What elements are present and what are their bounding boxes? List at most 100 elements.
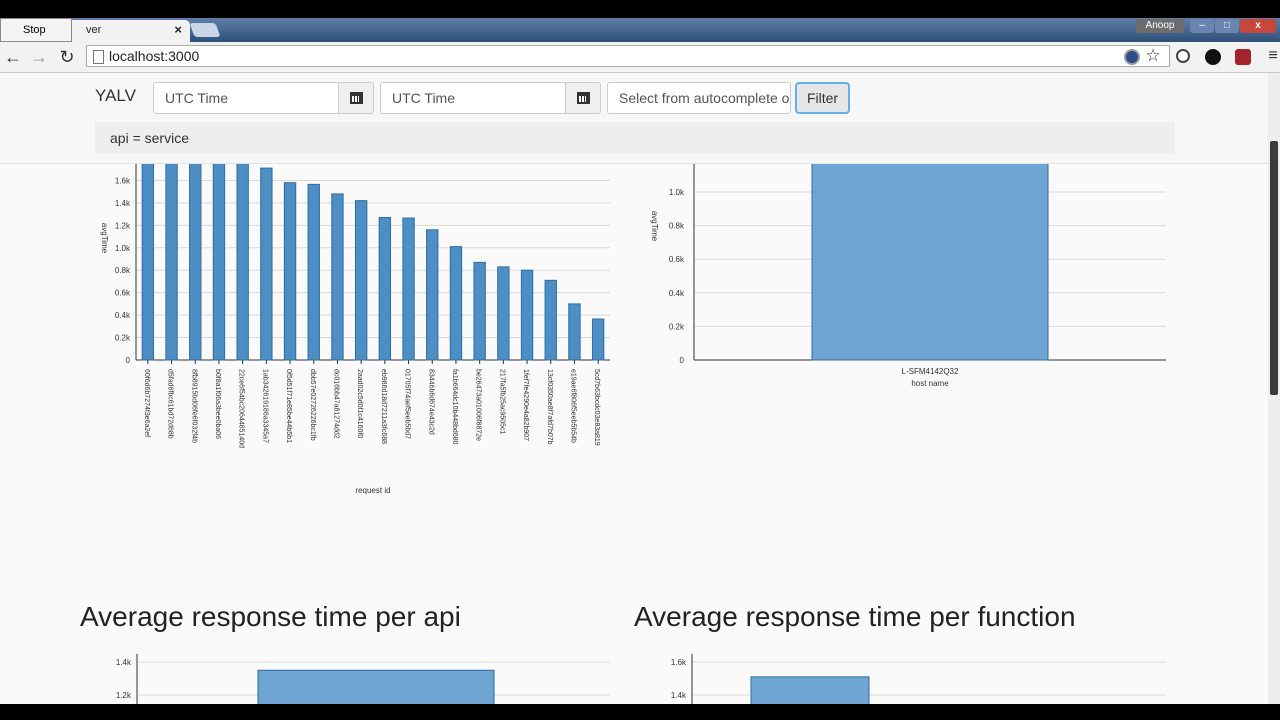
bar	[236, 164, 249, 361]
api-chart: 1.2k 1.4k	[116, 654, 610, 704]
x-tick-label: L-SFM4142Q32	[902, 367, 959, 376]
browser-toolbar: ← → ↻ localhost:3000 ☆ ≡	[0, 42, 1280, 73]
bar	[331, 193, 344, 361]
bar	[212, 164, 226, 361]
x-tick-label: 5cd7b63bcdc03e83a819	[593, 369, 600, 446]
bar	[473, 261, 486, 361]
x-tick-label: 60f6d6b7274f3e6a2ef	[143, 369, 150, 437]
y-tick-label: 1.4k	[115, 199, 131, 208]
back-arrow-icon[interactable]: ←	[2, 46, 24, 68]
bar	[402, 217, 415, 361]
host-name-chart: 0 0.2k 0.4k 0.6k 0.8k 1.0k L-SFM4142Q32 host na…	[650, 164, 1166, 388]
y-tick-label: 1.0k	[115, 244, 131, 253]
x-tick-label: b0f8a1f06a3bee0ba06	[214, 369, 221, 439]
to-time-input[interactable]: UTC Time	[380, 82, 566, 114]
y-tick-label: 0.4k	[669, 289, 685, 298]
x-tick-label: d5fad6fbc61bd72d68b	[167, 369, 174, 439]
y-tick-label: 0	[126, 356, 131, 365]
y-tick-label: 1.2k	[116, 691, 132, 700]
x-tick-label: e19ae6f806f5eeb5b54b	[569, 369, 576, 443]
x-tick-label: fa1b664dc10b448bd680	[451, 369, 458, 445]
calendar-icon	[350, 92, 363, 104]
dashboard-content: 00.2k0.4k0.6k0.8k1.0k1.2k1.4k1.6k1.8k60f…	[0, 164, 1268, 704]
y-tick-label: 1.4k	[671, 691, 687, 700]
forward-arrow-icon[interactable]: →	[28, 46, 50, 68]
tab-title: ver	[86, 24, 102, 36]
reload-icon[interactable]: ↻	[56, 46, 78, 68]
url-text: localhost:3000	[109, 48, 200, 64]
y-tick-label: 0.8k	[115, 266, 131, 275]
x-tick-label: 13cf0350ae8f7afd7b07b	[546, 369, 553, 445]
bar	[307, 183, 320, 361]
x-axis-label: host name	[911, 379, 949, 388]
bar	[165, 164, 178, 361]
autocomplete-input[interactable]: Select from autocomplete o	[607, 82, 791, 114]
tab-close-icon[interactable]: ×	[174, 20, 182, 40]
bar	[449, 246, 463, 361]
x-tick-label: 83446b6d674e43c2d	[427, 369, 434, 435]
extension-stop-icon[interactable]	[1205, 49, 1221, 65]
request-id-chart: 00.2k0.4k0.6k0.8k1.0k1.2k1.4k1.6k1.8k60f…	[100, 164, 610, 495]
bar	[260, 167, 273, 361]
browser-tab[interactable]: ver ×	[62, 20, 190, 42]
bar	[750, 676, 870, 704]
y-tick-label: 0.2k	[115, 334, 131, 343]
x-tick-label: 217fa5fb25ac9505c1	[498, 369, 505, 434]
bar	[257, 669, 495, 704]
filter-button[interactable]: Filter	[795, 82, 850, 114]
x-axis-label: request id	[355, 486, 390, 495]
y-tick-label: 0.8k	[669, 222, 685, 231]
menu-icon[interactable]: ≡	[1262, 45, 1280, 67]
bar	[497, 266, 510, 361]
page-scrollbar[interactable]	[1268, 73, 1280, 704]
bar	[354, 200, 368, 361]
app-header: YALV UTC Time UTC Time Select from autoc…	[0, 73, 1280, 164]
query-chip[interactable]: api = service	[95, 122, 1175, 154]
y-tick-label: 1.6k	[115, 176, 131, 185]
bar	[141, 164, 155, 361]
x-tick-label: 1ab342619186a3345a7	[261, 369, 268, 443]
maximize-button[interactable]: □	[1215, 19, 1239, 33]
y-tick-label: 1.4k	[116, 658, 132, 667]
screen-bottom-strip	[0, 704, 1280, 720]
bar	[568, 303, 581, 361]
new-tab-button[interactable]	[189, 23, 221, 37]
profile-badge[interactable]: Anoop	[1136, 19, 1184, 33]
x-tick-label: dbb57e02726226bc1fb	[309, 369, 316, 441]
bookmark-star-icon[interactable]: ☆	[1142, 45, 1164, 67]
x-tick-label: 01705f74aef5eeb5bd7	[404, 369, 411, 439]
extension-globe-icon[interactable]	[1124, 49, 1140, 65]
x-tick-label: 2aad02c5d0f1c4160f0	[356, 369, 363, 438]
x-tick-label: dc016bb47a81274dd2	[332, 369, 339, 439]
stop-tooltip: Stop	[0, 18, 72, 42]
to-calendar-button[interactable]	[565, 82, 601, 114]
bar	[811, 164, 1049, 361]
close-window-button[interactable]: x	[1240, 19, 1276, 33]
scroll-thumb[interactable]	[1270, 141, 1278, 395]
page-icon	[93, 50, 104, 64]
x-tick-label: 8fb8915bd06fe6f032f4b	[190, 369, 197, 443]
bar	[426, 229, 439, 361]
y-axis-label: avgTime	[100, 223, 109, 254]
y-tick-label: 1.6k	[671, 658, 687, 667]
extension-pin-icon[interactable]	[1176, 49, 1190, 63]
x-tick-label: 22ce6f54bc2064485140d	[238, 369, 245, 448]
y-tick-label: 0.4k	[115, 311, 131, 320]
x-tick-label: eb986d18d7211a3fc688	[380, 369, 387, 444]
screen-top-strip	[0, 0, 1280, 18]
x-tick-label: 1fef7fe4290e4a82b907	[522, 369, 529, 441]
minimize-button[interactable]: –	[1190, 19, 1214, 33]
y-axis-label: avgTime	[650, 211, 659, 242]
extension-shield-icon[interactable]	[1235, 49, 1251, 65]
from-time-input[interactable]: UTC Time	[153, 82, 339, 114]
address-bar[interactable]: localhost:3000	[86, 45, 1170, 67]
function-section-title: Average response time per function	[634, 601, 1076, 632]
api-section-title: Average response time per api	[80, 601, 461, 632]
bar	[544, 279, 557, 361]
bar	[189, 164, 202, 361]
app-brand: YALV	[95, 86, 136, 105]
y-tick-label: 1.0k	[669, 188, 685, 197]
bar	[591, 318, 605, 361]
y-tick-label: 0.6k	[669, 255, 685, 264]
from-calendar-button[interactable]	[338, 82, 374, 114]
